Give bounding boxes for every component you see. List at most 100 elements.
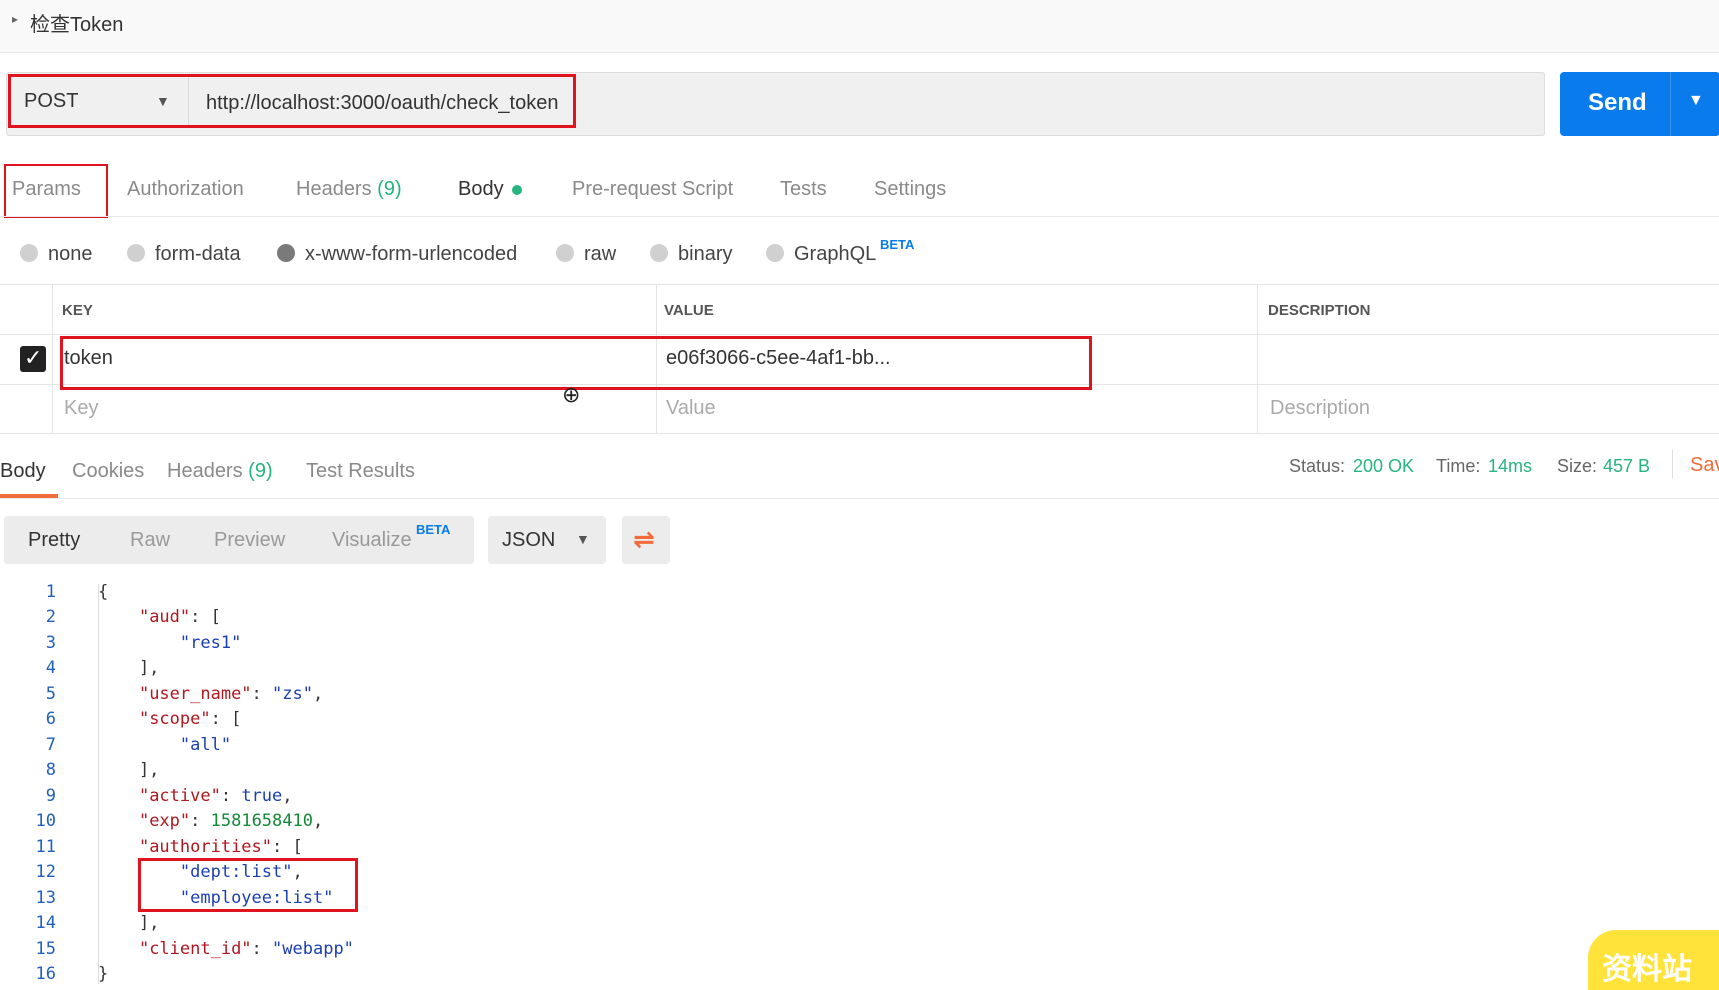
code-line: "user_name": "zs", bbox=[138, 684, 324, 704]
code-line: "active": true, bbox=[138, 786, 293, 806]
watermark-badge: 资料站 bbox=[1588, 930, 1719, 990]
radio-x-www-form-urlencoded[interactable]: x-www-form-urlencoded bbox=[277, 243, 517, 266]
response-tab-cookies[interactable]: Cookies bbox=[72, 460, 144, 483]
line-number: 11 bbox=[35, 837, 56, 857]
tabs-divider bbox=[0, 498, 1719, 499]
time-label: Time: bbox=[1436, 456, 1481, 476]
save-divider bbox=[1672, 450, 1673, 478]
line-number: 8 bbox=[45, 760, 56, 780]
response-tab-test-results[interactable]: Test Results bbox=[306, 460, 415, 483]
radio-form-data[interactable]: form-data bbox=[127, 243, 241, 266]
view-visualize[interactable]: Visualize bbox=[332, 529, 412, 552]
language-select[interactable]: JSON ▼ bbox=[488, 516, 606, 564]
radio-none[interactable]: none bbox=[20, 243, 93, 266]
line-number: 5 bbox=[45, 684, 56, 704]
view-preview[interactable]: Preview bbox=[214, 529, 285, 552]
line-number: 10 bbox=[35, 811, 56, 831]
code-line: } bbox=[98, 964, 109, 984]
line-number: 1 bbox=[45, 582, 56, 602]
request-title-bar bbox=[0, 0, 1719, 53]
radio-dot-icon bbox=[127, 244, 145, 262]
status-value: 200 OK bbox=[1353, 456, 1415, 476]
json-key: "scope" bbox=[138, 709, 211, 729]
tab-headers[interactable]: Headers (9) bbox=[296, 178, 402, 201]
time-value[interactable]: 14ms bbox=[1488, 456, 1532, 477]
tab-params[interactable]: Params bbox=[12, 178, 81, 201]
column-header-key: KEY bbox=[62, 302, 93, 319]
zoom-cursor-icon: ⊕ bbox=[562, 382, 581, 407]
size-value[interactable]: 457 B bbox=[1603, 456, 1650, 477]
code-line: "exp": 1581658410, bbox=[138, 811, 324, 831]
json-key: "exp" bbox=[138, 811, 191, 831]
row-enabled-checkbox[interactable]: ✓ bbox=[20, 345, 46, 372]
line-number: 7 bbox=[45, 735, 56, 755]
line-number: 2 bbox=[45, 607, 56, 627]
new-value-input[interactable]: Value bbox=[666, 397, 716, 420]
line-number: 16 bbox=[35, 964, 56, 984]
code-line: "authorities": [ bbox=[138, 837, 303, 857]
line-number: 13 bbox=[35, 888, 56, 908]
line-number: 4 bbox=[45, 658, 56, 678]
code-line: "aud": [ bbox=[138, 607, 221, 627]
radio-label: GraphQL bbox=[794, 243, 877, 265]
json-string: "webapp" bbox=[272, 939, 354, 959]
radio-label: x-www-form-urlencoded bbox=[305, 243, 518, 265]
new-key-input[interactable]: Key bbox=[64, 397, 98, 420]
save-response-button[interactable]: Sav bbox=[1690, 454, 1719, 477]
code-line: "all" bbox=[98, 735, 231, 755]
response-code-viewer: 1 2 3 4 5 6 7 8 9 10 11 12 13 14 15 16 {… bbox=[0, 580, 1719, 986]
tab-body[interactable]: Body bbox=[458, 178, 522, 201]
wrap-lines-button[interactable]: ⇌ bbox=[622, 516, 670, 564]
json-key: "aud" bbox=[138, 607, 191, 627]
chevron-down-icon: ▼ bbox=[576, 531, 590, 547]
code-line: "res1" bbox=[98, 633, 241, 653]
tab-body-label: Body bbox=[458, 178, 504, 200]
code-line: ], bbox=[98, 760, 160, 780]
view-mode-group: Pretty Raw Preview Visualize BETA bbox=[4, 516, 474, 564]
radio-label: raw bbox=[584, 243, 617, 265]
radio-dot-icon bbox=[20, 244, 38, 262]
table-border bbox=[0, 334, 1719, 335]
line-number: 9 bbox=[45, 786, 56, 806]
send-button[interactable]: Send ▼ bbox=[1560, 72, 1719, 136]
tab-pre-request-script[interactable]: Pre-request Script bbox=[572, 178, 733, 201]
code-line: "client_id": "webapp" bbox=[138, 939, 354, 959]
line-number: 3 bbox=[45, 633, 56, 653]
json-number: 1581658410 bbox=[210, 811, 313, 831]
radio-dot-selected-icon bbox=[277, 244, 295, 262]
radio-binary[interactable]: binary bbox=[650, 243, 732, 266]
line-number: 14 bbox=[35, 913, 56, 933]
json-key: "user_name" bbox=[138, 684, 252, 704]
new-description-input[interactable]: Description bbox=[1270, 397, 1370, 420]
line-number: 15 bbox=[35, 939, 56, 959]
json-key: "client_id" bbox=[138, 939, 252, 959]
radio-dot-icon bbox=[650, 244, 668, 262]
radio-graphql[interactable]: GraphQL bbox=[766, 243, 876, 266]
tab-tests[interactable]: Tests bbox=[780, 178, 827, 201]
table-border bbox=[1257, 284, 1258, 434]
response-tab-body[interactable]: Body bbox=[0, 460, 46, 483]
json-string: "res1" bbox=[179, 633, 242, 653]
expand-caret-icon[interactable]: ▸ bbox=[12, 12, 18, 26]
send-label: Send bbox=[1588, 89, 1647, 116]
annotation-highlight-authorities bbox=[138, 858, 358, 912]
tab-headers-count: (9) bbox=[377, 178, 402, 200]
tab-authorization[interactable]: Authorization bbox=[127, 178, 244, 201]
code-line: ], bbox=[98, 658, 160, 678]
response-tab-headers[interactable]: Headers (9) bbox=[167, 460, 273, 483]
chevron-down-icon[interactable]: ▼ bbox=[1688, 92, 1704, 110]
code-line: ], bbox=[98, 913, 160, 933]
view-pretty[interactable]: Pretty bbox=[28, 529, 80, 552]
radio-label: form-data bbox=[155, 243, 241, 265]
tab-headers-label: Headers bbox=[296, 178, 372, 200]
tabs-divider bbox=[0, 216, 1719, 217]
view-raw[interactable]: Raw bbox=[130, 529, 170, 552]
tab-settings[interactable]: Settings bbox=[874, 178, 946, 201]
radio-raw[interactable]: raw bbox=[556, 243, 616, 266]
code-line: { bbox=[98, 582, 109, 602]
code-line: "scope": [ bbox=[138, 709, 242, 729]
beta-badge: BETA bbox=[416, 522, 451, 537]
watermark-text: 资料站 bbox=[1602, 953, 1692, 986]
annotation-highlight-url bbox=[8, 74, 576, 128]
request-title[interactable]: 检查Token bbox=[30, 8, 123, 37]
